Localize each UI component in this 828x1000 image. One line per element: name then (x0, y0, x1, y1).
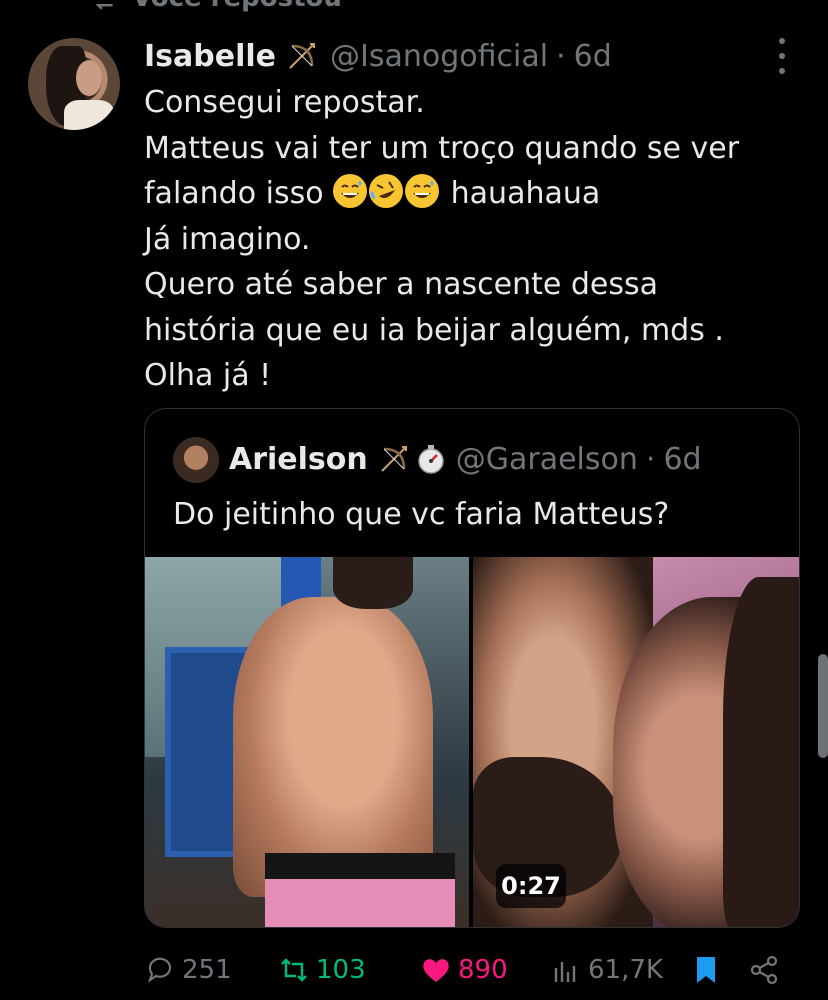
tweet-line: Matteus vai ter um troço quando se ver (144, 130, 740, 166)
bookmark-button[interactable] (690, 948, 722, 992)
tweet-line: falando isso hauahaua (144, 171, 784, 217)
tweet-line: Quero até saber a nascente dessa (144, 267, 658, 302)
more-dot-icon (779, 38, 785, 44)
share-button[interactable] (748, 948, 780, 992)
author-handle[interactable]: @Isanogoficial (330, 39, 548, 74)
rolling-laughing-emoji-icon (369, 174, 404, 208)
reply-button[interactable]: 251 (144, 948, 232, 992)
more-dot-icon (779, 68, 785, 74)
like-count: 890 (458, 955, 508, 985)
tweet-line-part: hauahaua (450, 176, 601, 211)
tweet-time[interactable]: 6d (574, 39, 612, 74)
repost-icon (95, 4, 113, 10)
quoted-header-separator: · (645, 441, 656, 477)
heart-icon (423, 959, 449, 982)
video-duration-badge: 0:27 (496, 864, 566, 908)
repost-count: 103 (316, 955, 366, 985)
quoted-author-name[interactable]: Arielson (229, 442, 368, 477)
repost-button[interactable]: 103 (278, 948, 366, 992)
quoted-author-handle[interactable]: @Garaelson (456, 442, 638, 477)
tweet-line: história que eu ia beijar alguém, mds . (144, 312, 724, 348)
like-button[interactable]: 890 (420, 948, 508, 992)
bow-arrow-icon (381, 446, 407, 472)
header-separator: · (556, 38, 566, 74)
quoted-media[interactable] (145, 557, 799, 927)
share-icon (750, 955, 778, 985)
reply-count: 251 (182, 955, 232, 985)
views-button[interactable]: 61,7K (550, 948, 663, 992)
quoted-tweet-time[interactable]: 6d (663, 442, 701, 477)
tweet-line: Já imagino. (144, 221, 311, 257)
tweet-header: Isabelle @Isanogoficial · 6d (144, 36, 612, 76)
bow-arrow-icon (289, 43, 315, 69)
more-options-button[interactable] (772, 38, 792, 74)
repost-indicator: Você repostou (88, 0, 342, 13)
quoted-author-avatar[interactable] (173, 437, 219, 483)
stopwatch-icon (418, 445, 444, 474)
grinning-sweat-emoji-icon (405, 174, 440, 208)
views-count: 61,7K (588, 955, 663, 985)
quoted-tweet-header: Arielson @Garaelson · 6d (229, 439, 702, 479)
media-image-left[interactable] (145, 557, 469, 927)
quoted-tweet[interactable]: Arielson @Garaelson · 6d Do jeitinho que… (144, 408, 800, 928)
tweet-line: Consegui repostar. (144, 85, 425, 120)
reply-icon (147, 957, 172, 983)
author-name[interactable]: Isabelle (144, 39, 276, 74)
tweet-text: Consegui repostar. Matteus vai ter um tr… (144, 80, 784, 399)
bookmark-icon (697, 957, 715, 983)
tweet-actions: 251 103 890 61,7K (144, 948, 794, 992)
repost-indicator-label: Você repostou (132, 0, 342, 13)
scrollbar-thumb[interactable] (818, 654, 828, 758)
views-chart-icon (554, 962, 576, 982)
repost-icon (281, 958, 307, 982)
quoted-tweet-text: Do jeitinho que vc faria Matteus? (173, 497, 670, 532)
tweet-line-part: falando isso (144, 176, 324, 211)
more-dot-icon (779, 53, 785, 59)
grinning-sweat-emoji-icon (333, 174, 368, 208)
tweet-line: Olha já ! (144, 358, 272, 393)
author-avatar[interactable] (28, 38, 120, 130)
